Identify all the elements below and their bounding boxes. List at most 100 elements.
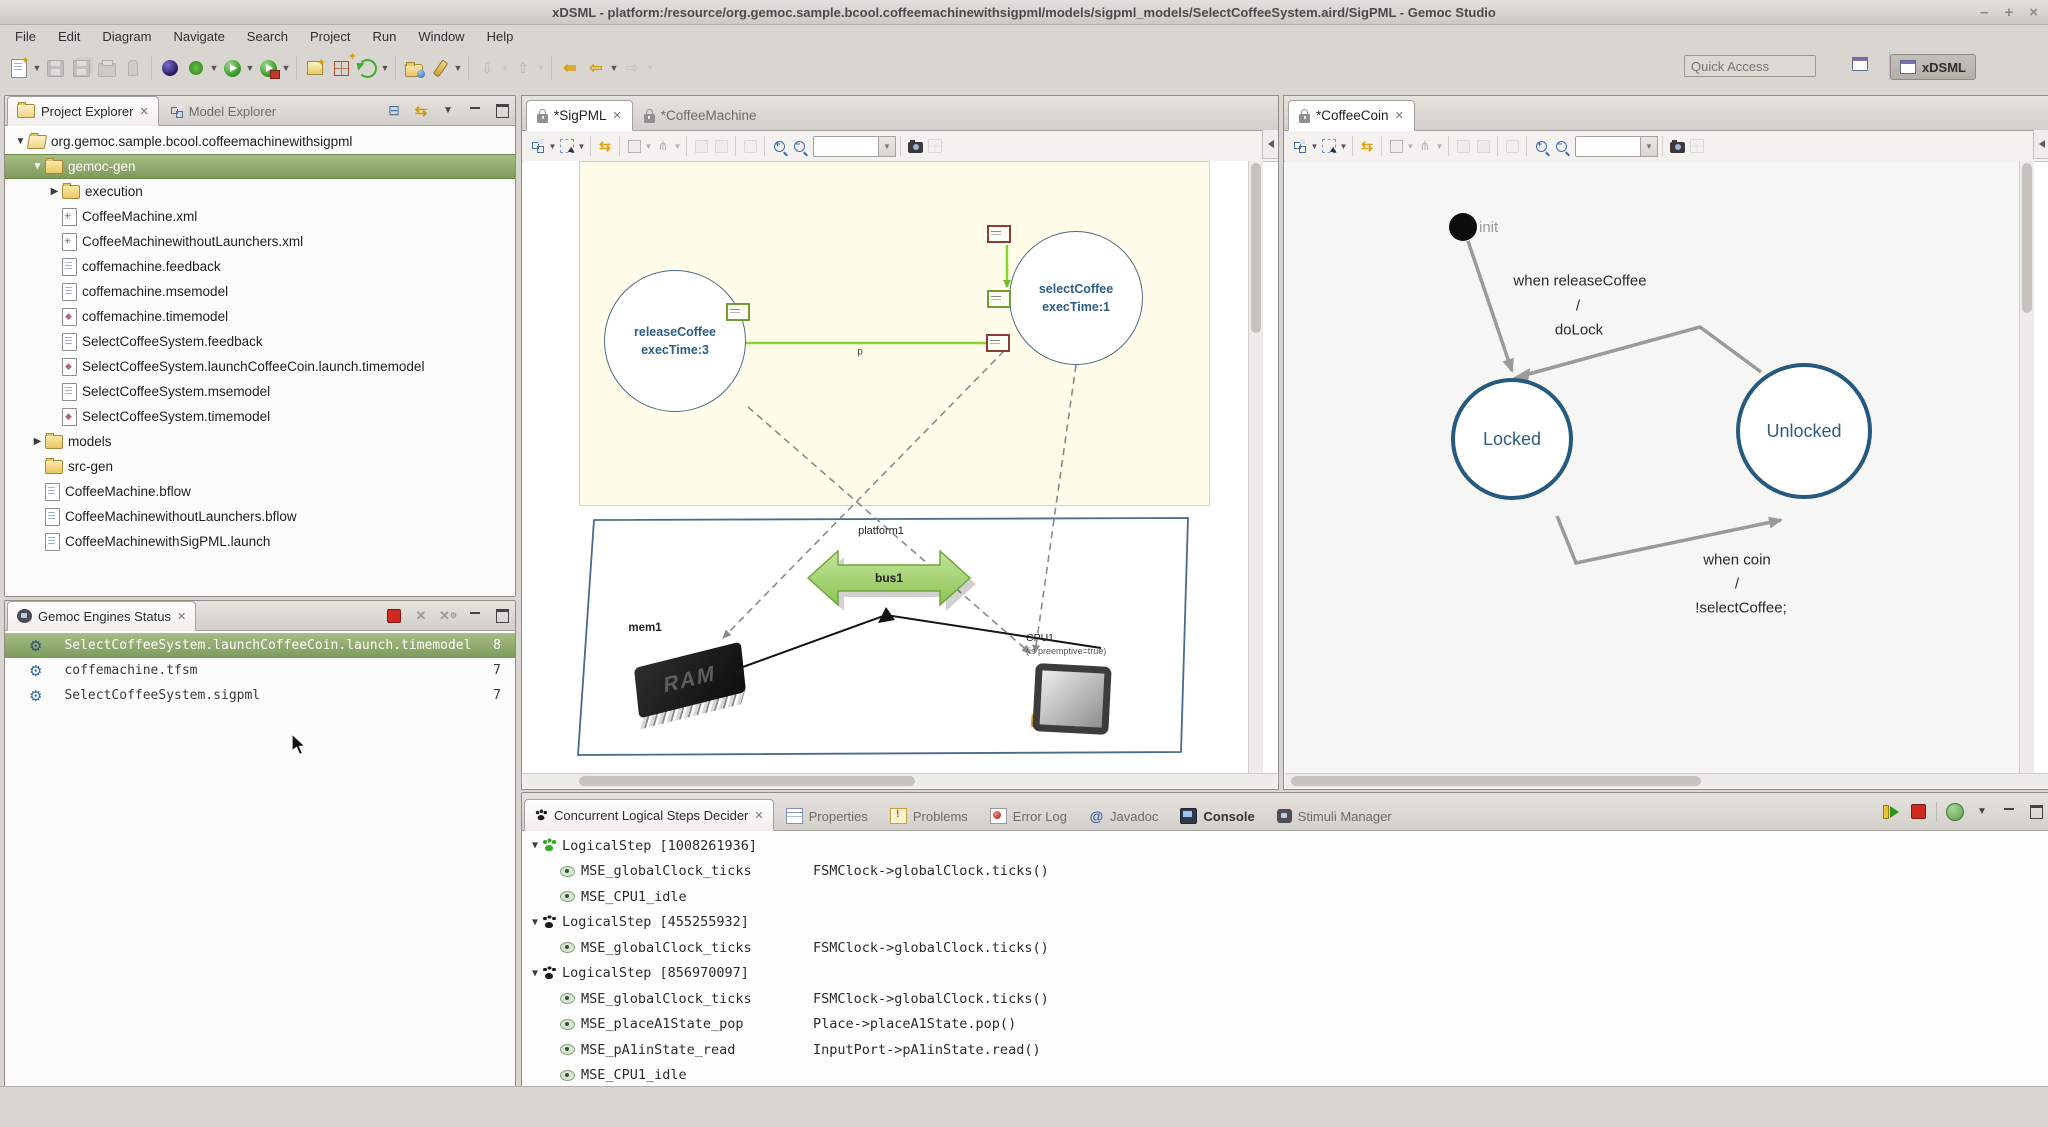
menu-edit[interactable]: Edit bbox=[49, 27, 89, 46]
grid-icon[interactable] bbox=[925, 135, 945, 157]
zoom-combo-dropdown[interactable]: ▼ bbox=[1641, 136, 1658, 157]
close-icon[interactable]: ✕ bbox=[754, 809, 763, 822]
transition-label[interactable]: when releaseCoffee bbox=[1513, 273, 1646, 290]
export-image-icon[interactable] bbox=[691, 135, 711, 157]
shape-icon[interactable] bbox=[624, 135, 644, 157]
maximize-icon[interactable] bbox=[2027, 803, 2045, 821]
tab-error-log[interactable]: Error Log bbox=[980, 801, 1077, 831]
mse-row[interactable]: MSE_CPU1_idle bbox=[522, 1063, 2048, 1089]
link-with-editor-icon[interactable]: ⇆ bbox=[412, 102, 430, 120]
export-pin-icon[interactable] bbox=[711, 135, 731, 157]
refresh-diagram-icon[interactable]: ⇆ bbox=[1357, 135, 1377, 157]
menu-window[interactable]: Window bbox=[409, 27, 473, 46]
step-icon[interactable] bbox=[1882, 803, 1900, 821]
export-image-icon[interactable] bbox=[1453, 135, 1473, 157]
mse-row[interactable]: MSE_globalClock_ticksFSMClock->globalClo… bbox=[522, 935, 2048, 961]
tab-coffeecoin[interactable]: *CoffeeCoin ✕ bbox=[1288, 100, 1415, 131]
connector-menu-icon[interactable]: ▼ bbox=[1435, 142, 1444, 151]
save-all-icon[interactable] bbox=[69, 56, 93, 80]
tab-console[interactable]: Console bbox=[1170, 801, 1264, 831]
maximize-icon[interactable] bbox=[493, 102, 511, 120]
save-icon[interactable] bbox=[43, 56, 67, 80]
engine-row[interactable]: ⚙ coffemachine.tfsm 7 bbox=[5, 658, 515, 683]
queue-label[interactable]: p bbox=[857, 347, 863, 358]
window-maximize-button[interactable]: + bbox=[2004, 4, 2013, 21]
shape-menu-icon[interactable]: ▼ bbox=[644, 142, 653, 151]
bus-label[interactable]: bus1 bbox=[875, 571, 903, 585]
tab-javadoc[interactable]: @ Javadoc bbox=[1079, 801, 1168, 831]
pin-icon[interactable] bbox=[121, 56, 145, 80]
shape-icon[interactable] bbox=[1386, 135, 1406, 157]
run-tool-icon[interactable] bbox=[256, 56, 280, 80]
prev-edit-dropdown[interactable]: ▼ bbox=[536, 56, 546, 80]
horizontal-scrollbar[interactable] bbox=[1285, 773, 2048, 788]
tab-concurrent-logical-steps-decider[interactable]: Concurrent Logical Steps Decider ✕ bbox=[524, 799, 774, 831]
tree-item-execution[interactable]: ▶execution bbox=[5, 179, 515, 204]
maximize-icon[interactable] bbox=[493, 607, 511, 625]
initial-transition[interactable] bbox=[1468, 241, 1512, 371]
highlighter-icon[interactable] bbox=[428, 56, 452, 80]
refresh-diagram-icon[interactable]: ⇆ bbox=[595, 135, 615, 157]
layout-icon[interactable] bbox=[1290, 135, 1310, 157]
tab-coffeemachine[interactable]: *CoffeeMachine bbox=[633, 100, 768, 131]
tab-properties[interactable]: Properties bbox=[776, 801, 878, 831]
zoom-in-icon[interactable]: + bbox=[769, 135, 789, 157]
scrollbar-thumb[interactable] bbox=[1251, 163, 1261, 333]
menu-project[interactable]: Project bbox=[301, 27, 359, 46]
export-pin-icon[interactable] bbox=[1473, 135, 1493, 157]
mem-label[interactable]: mem1 bbox=[628, 622, 661, 634]
coffeecoin-canvas[interactable]: init Locked Unlocked when releaseCoffee … bbox=[1285, 161, 2034, 773]
select-menu-icon[interactable]: ▼ bbox=[1339, 142, 1348, 151]
zoom-out-icon[interactable]: − bbox=[789, 135, 809, 157]
authorize-icon[interactable] bbox=[1946, 803, 1964, 821]
arrange-menu-icon[interactable]: ▼ bbox=[1310, 142, 1319, 151]
scrollbar-thumb[interactable] bbox=[579, 776, 915, 786]
run-icon[interactable] bbox=[220, 56, 244, 80]
minimize-icon[interactable] bbox=[466, 102, 484, 120]
next-edit-dropdown[interactable]: ▼ bbox=[500, 56, 510, 80]
transition-label[interactable]: !selectCoffee; bbox=[1695, 600, 1786, 617]
initial-state-label[interactable]: init bbox=[1479, 219, 1498, 236]
initial-state-dot[interactable] bbox=[1449, 213, 1477, 241]
menu-diagram[interactable]: Diagram bbox=[93, 27, 160, 46]
tab-stimuli-manager[interactable]: Stimuli Manager bbox=[1267, 801, 1402, 831]
view-menu-icon[interactable]: ▼ bbox=[1973, 803, 1991, 821]
debug-icon[interactable] bbox=[184, 56, 208, 80]
back-icon[interactable]: ⇦ bbox=[584, 56, 608, 80]
layers-icon[interactable] bbox=[1502, 135, 1522, 157]
stop-engine-icon[interactable] bbox=[385, 607, 403, 625]
print-icon[interactable] bbox=[95, 56, 119, 80]
new-wizard-dropdown[interactable]: ▼ bbox=[32, 56, 42, 80]
tree-item-file[interactable]: SelectCoffeeSystem.feedback bbox=[5, 329, 515, 354]
vertical-scrollbar[interactable] bbox=[1248, 161, 1263, 773]
vertical-scrollbar[interactable] bbox=[2019, 161, 2034, 773]
palette-collapse-icon[interactable] bbox=[1262, 130, 1278, 159]
collapse-all-icon[interactable]: ⊟ bbox=[385, 102, 403, 120]
close-icon[interactable]: ✕ bbox=[613, 109, 622, 122]
back-dropdown[interactable]: ▼ bbox=[609, 56, 619, 80]
menu-navigate[interactable]: Navigate bbox=[164, 27, 233, 46]
remove-engine-icon[interactable]: ✕ bbox=[412, 607, 430, 625]
debug-dropdown[interactable]: ▼ bbox=[209, 56, 219, 80]
menu-search[interactable]: Search bbox=[238, 27, 297, 46]
close-icon[interactable]: ✕ bbox=[139, 105, 148, 118]
new-launch-icon[interactable] bbox=[303, 56, 327, 80]
tree-item-file[interactable]: CoffeeMachine.bflow bbox=[5, 479, 515, 504]
palette-collapse-icon[interactable] bbox=[2033, 130, 2048, 159]
connector-icon[interactable]: ⋔ bbox=[1415, 135, 1435, 157]
run-tool-dropdown[interactable]: ▼ bbox=[281, 56, 291, 80]
connector-menu-icon[interactable]: ▼ bbox=[673, 142, 682, 151]
quick-access-input[interactable] bbox=[1684, 55, 1816, 77]
tree-item-file[interactable]: coffemachine.timemodel bbox=[5, 304, 515, 329]
refresh-icon[interactable] bbox=[355, 56, 379, 80]
zoom-combo[interactable] bbox=[1575, 136, 1641, 157]
layers-icon[interactable] bbox=[740, 135, 760, 157]
tree-item-file[interactable]: coffemachine.feedback bbox=[5, 254, 515, 279]
tree-item-file[interactable]: SelectCoffeeSystem.timemodel bbox=[5, 404, 515, 429]
mse-row[interactable]: MSE_placeA1State_popPlace->placeA1State.… bbox=[522, 1012, 2048, 1038]
tab-sigpml[interactable]: *SigPML ✕ bbox=[526, 100, 633, 131]
tab-gemoc-engines-status[interactable]: Gemoc Engines Status ✕ bbox=[7, 601, 196, 631]
gemoc-sphere-icon[interactable] bbox=[158, 56, 182, 80]
tab-project-explorer[interactable]: Project Explorer ✕ bbox=[7, 96, 159, 126]
zoom-combo[interactable] bbox=[813, 136, 879, 157]
